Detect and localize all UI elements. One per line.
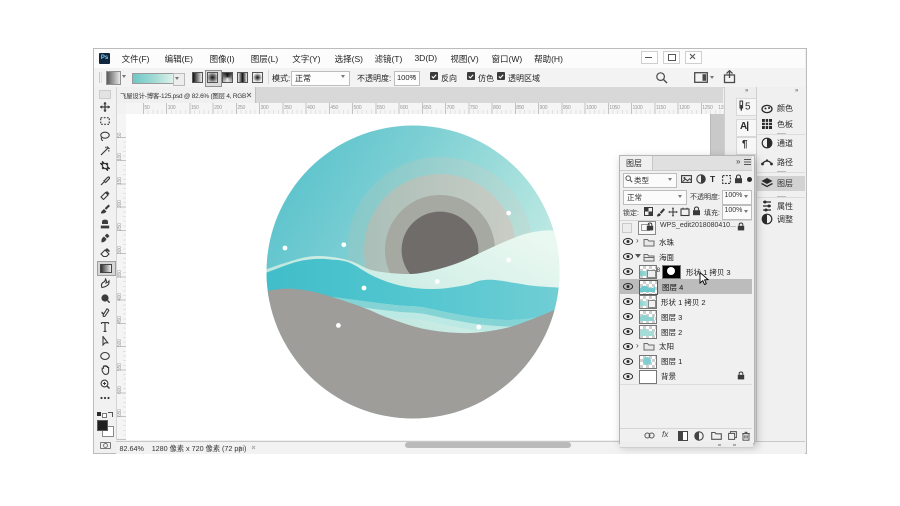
svg-text:5: 5 bbox=[745, 102, 751, 113]
